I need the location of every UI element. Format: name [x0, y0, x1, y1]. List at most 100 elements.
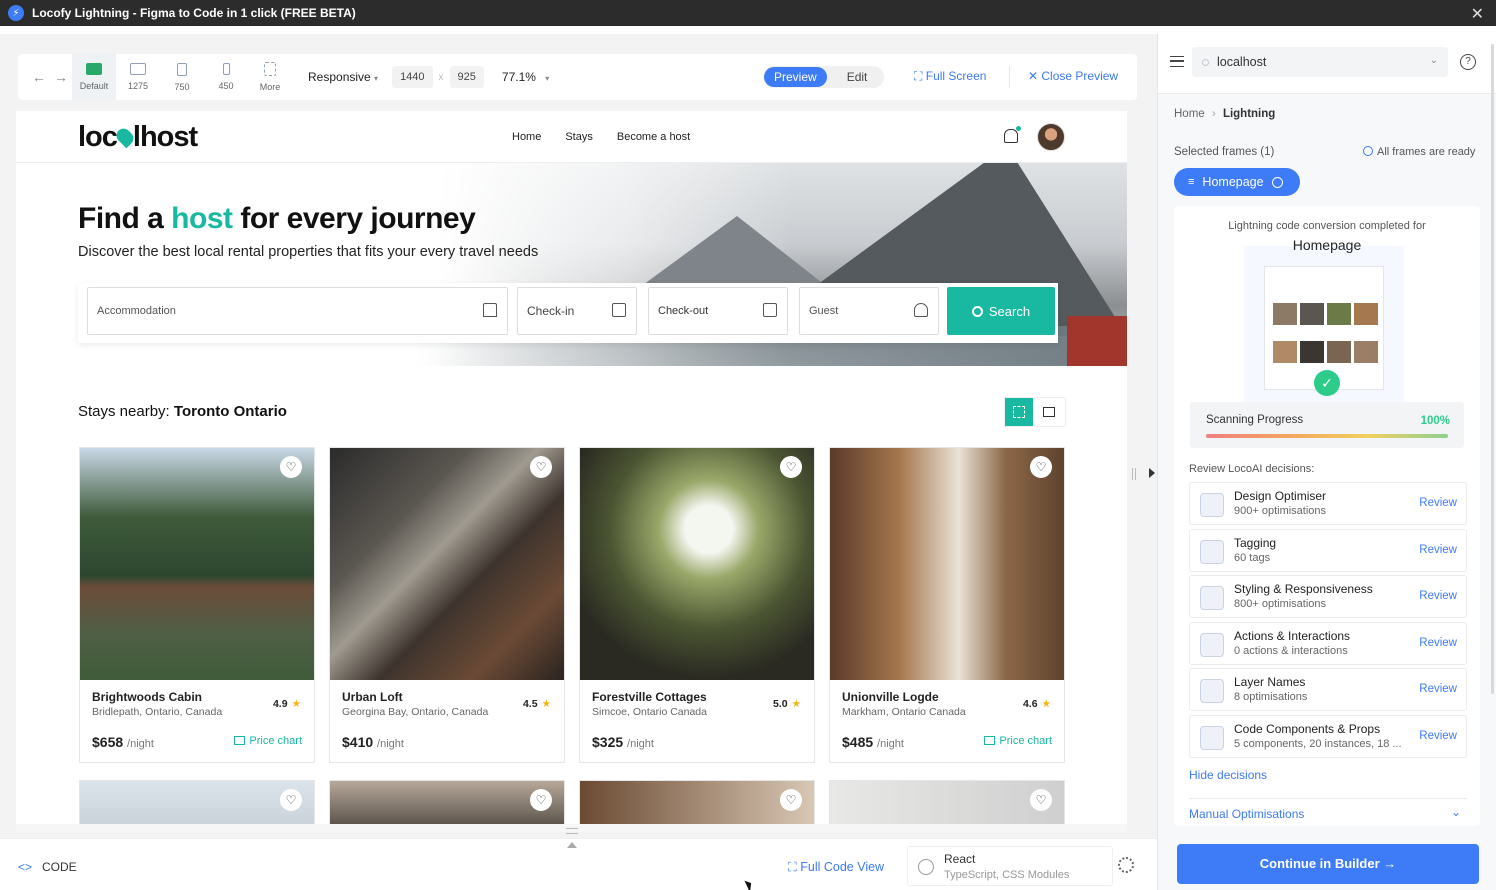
site-logo[interactable]: loc lhost	[78, 121, 198, 154]
listing-name: Unionville Logde	[842, 690, 939, 704]
nav-stays[interactable]: Stays	[565, 131, 593, 143]
price-chart-link[interactable]: Price chart	[984, 735, 1052, 747]
decision-layer-names[interactable]: Layer Names 8 optimisations Review	[1189, 668, 1467, 711]
decision-components[interactable]: Code Components & Props 5 components, 20…	[1189, 715, 1467, 758]
preview-edit-toggle: Preview Edit	[764, 66, 884, 88]
zoom-dropdown[interactable]: 77.1% ▾	[502, 70, 549, 84]
device-more[interactable]: More	[248, 54, 292, 100]
device-750[interactable]: 750	[160, 54, 204, 100]
listing-card[interactable]: ♡	[579, 780, 815, 824]
listing-card[interactable]: ♡ Forestville Cottages Simcoe, Ontario C…	[579, 447, 815, 763]
conversion-card: Lightning code conversion completed for …	[1174, 206, 1480, 826]
frame-chip-homepage[interactable]: ≡ Homepage	[1174, 168, 1300, 196]
review-button[interactable]: Review	[1419, 730, 1457, 742]
back-arrow-icon[interactable]: ←	[28, 69, 50, 85]
review-button[interactable]: Review	[1419, 590, 1457, 602]
heart-icon[interactable]: ♡	[530, 456, 552, 478]
framework-name: React	[944, 852, 976, 866]
expand-up-icon[interactable]	[567, 842, 577, 848]
heart-icon[interactable]: ♡	[530, 789, 552, 811]
height-input[interactable]: 925	[449, 66, 484, 88]
preview-tab[interactable]: Preview	[764, 67, 827, 87]
listing-card[interactable]: ♡	[829, 780, 1065, 824]
notification-bell-icon[interactable]	[1004, 126, 1021, 143]
checkout-placeholder: Check-out	[658, 305, 709, 317]
device-450[interactable]: 450	[204, 54, 248, 100]
manual-optimisations-toggle[interactable]: Manual Optimisations ⌄	[1189, 798, 1467, 824]
decision-tagging[interactable]: Tagging 60 tags Review	[1189, 529, 1467, 572]
rating-value: 4.5	[522, 698, 538, 710]
accommodation-input[interactable]: Accommodation	[87, 287, 508, 335]
breadcrumb-home[interactable]: Home	[1174, 108, 1205, 120]
guest-input[interactable]: Guest	[799, 287, 939, 335]
full-screen-button[interactable]: ⛶ Full Screen	[914, 69, 986, 84]
locofy-side-panel: localhost ⌄ ? Home › Lightning Selected …	[1157, 34, 1496, 890]
listing-price: $485 /night	[842, 734, 904, 750]
hide-decisions-link[interactable]: Hide decisions	[1189, 768, 1267, 782]
review-button[interactable]: Review	[1419, 683, 1457, 695]
heart-icon[interactable]: ♡	[280, 456, 302, 478]
listing-card[interactable]: ♡ Unionville Logde Markham, Ontario Cana…	[829, 447, 1065, 763]
decision-styling[interactable]: Styling & Responsiveness 800+ optimisati…	[1189, 575, 1467, 618]
continue-in-builder-button[interactable]: Continue in Builder →	[1177, 844, 1479, 884]
logo-text-left: loc	[78, 121, 118, 153]
listing-card[interactable]: ♡ Brightwoods Cabin Bridlepath, Ontario,…	[79, 447, 315, 763]
vertical-resize-grip-icon[interactable]	[1132, 468, 1136, 480]
forward-arrow-icon[interactable]: →	[50, 69, 72, 85]
heart-icon[interactable]: ♡	[1030, 789, 1052, 811]
checkout-input[interactable]: Check-out	[648, 287, 788, 335]
layer-names-icon	[1200, 679, 1224, 703]
price-chart-label: Price chart	[249, 735, 302, 747]
map-view-button[interactable]	[1033, 398, 1065, 426]
site-navbar: loc lhost Home Stays Become a host	[16, 111, 1127, 163]
checkin-input[interactable]: Check-in	[517, 287, 637, 335]
breadcrumb-separator: ›	[1211, 108, 1216, 120]
help-icon[interactable]: ?	[1460, 54, 1476, 70]
edit-tab[interactable]: Edit	[827, 67, 888, 87]
heart-icon[interactable]: ♡	[780, 789, 802, 811]
nav-home[interactable]: Home	[512, 131, 541, 143]
chart-icon	[984, 736, 996, 745]
nav-become-host[interactable]: Become a host	[617, 131, 690, 143]
full-code-view-label: Full Code View	[800, 860, 885, 874]
decision-design-optimiser[interactable]: Design Optimiser 900+ optimisations Revi…	[1189, 482, 1467, 525]
full-code-view-button[interactable]: ⛶ Full Code View	[788, 860, 884, 875]
per-night: /night	[127, 738, 154, 750]
heart-icon[interactable]: ♡	[280, 789, 302, 811]
hamburger-menu-icon[interactable]	[1170, 56, 1184, 67]
nearby-city: Toronto Ontario	[173, 403, 287, 420]
review-button[interactable]: Review	[1419, 637, 1457, 649]
panel-scrollbar[interactable]	[1491, 44, 1494, 694]
width-input[interactable]: 1440	[392, 66, 433, 88]
window-close-icon[interactable]: ✕	[1471, 4, 1484, 24]
listing-card[interactable]: ♡ Urban Loft Georgina Bay, Ontario, Cana…	[329, 447, 565, 763]
heart-icon[interactable]: ♡	[1030, 456, 1052, 478]
device-1275[interactable]: 1275	[116, 54, 160, 100]
device-label: 1275	[127, 81, 149, 91]
listing-card[interactable]: ♡	[329, 780, 565, 824]
review-button[interactable]: Review	[1419, 497, 1457, 509]
responsive-label: Responsive	[308, 70, 371, 84]
close-preview-button[interactable]: ✕ Close Preview	[1028, 69, 1118, 83]
user-avatar[interactable]	[1037, 123, 1065, 151]
zoom-value: 77.1%	[501, 70, 536, 84]
decision-actions[interactable]: Actions & Interactions 0 actions & inter…	[1189, 622, 1467, 665]
price-chart-link[interactable]: Price chart	[234, 735, 302, 747]
code-toggle[interactable]: <> CODE	[18, 860, 77, 874]
responsive-dropdown[interactable]: Responsive ▾	[308, 70, 378, 84]
preview-workspace: ← → Default 1275 750 450 More Responsive…	[0, 34, 1157, 838]
listing-photo: ♡	[830, 448, 1064, 680]
search-button[interactable]: Search	[947, 287, 1055, 335]
review-button[interactable]: Review	[1419, 544, 1457, 556]
resize-grip-icon[interactable]	[566, 828, 578, 834]
host-selector[interactable]: localhost ⌄	[1192, 47, 1448, 77]
price-chart-label: Price chart	[999, 735, 1052, 747]
collapse-panel-arrow-icon[interactable]	[1149, 468, 1155, 478]
framework-selector[interactable]: React TypeScript, CSS Modules	[907, 846, 1113, 886]
hero-title: Find a host for every journey	[78, 202, 476, 236]
device-default[interactable]: Default	[72, 54, 116, 100]
heart-icon[interactable]: ♡	[780, 456, 802, 478]
listing-card[interactable]: ♡	[79, 780, 315, 824]
grid-view-button[interactable]	[1005, 398, 1033, 426]
gear-icon[interactable]	[1118, 857, 1134, 873]
